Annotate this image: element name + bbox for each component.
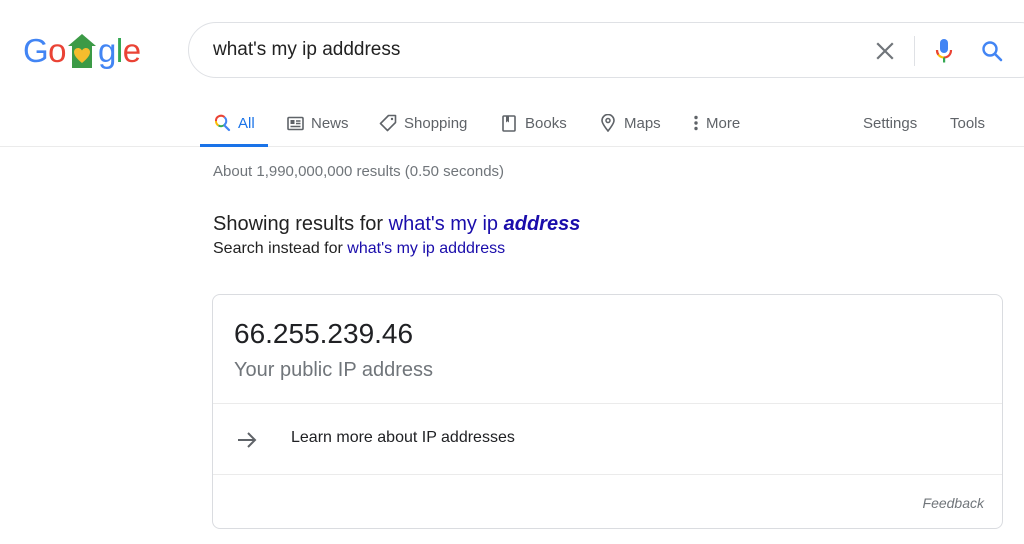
search-input[interactable]: [213, 35, 813, 65]
logo-letter-g2: g: [98, 32, 116, 69]
tab-label: News: [311, 114, 349, 132]
corrected-query-link[interactable]: what's my ip address: [389, 213, 581, 235]
ip-address-label: Your public IP address: [234, 359, 434, 381]
logo-letter-o: o: [48, 32, 67, 69]
google-logo[interactable]: G o g l e: [23, 27, 141, 71]
tab-news[interactable]: News: [286, 100, 349, 146]
google-search-results-page: G o g l e what's my ip adddress All News…: [0, 0, 1024, 544]
more-vertical-icon: [692, 114, 700, 132]
arrow-right-icon: [235, 428, 259, 452]
corrected-query-plain: what's my ip: [388, 213, 504, 235]
logo-letter-l: l: [115, 32, 123, 69]
tab-label: Books: [525, 114, 567, 132]
house-heart-icon: [67, 33, 97, 71]
active-tab-indicator: [200, 144, 268, 147]
search-box-divider: [914, 36, 915, 66]
logo-letter-e: e: [122, 32, 141, 69]
tab-label: Shopping: [404, 114, 468, 132]
learn-more-text: Learn more about IP addresses: [291, 429, 515, 446]
tab-label: Maps: [624, 114, 661, 132]
tab-books[interactable]: Books: [500, 100, 567, 146]
map-pin-icon: [599, 114, 617, 132]
ip-address-card: 66.255.239.46 Your public IP address Lea…: [212, 294, 1003, 529]
tab-tools[interactable]: Tools: [950, 100, 985, 146]
book-icon: [500, 114, 518, 132]
close-icon[interactable]: [871, 37, 899, 65]
search-icon: [213, 114, 231, 132]
search-icon[interactable]: [978, 37, 1006, 65]
ip-address-value: 66.255.239.46: [234, 318, 414, 349]
tab-label: Tools: [950, 114, 986, 132]
corrected-query-bold: address: [503, 213, 581, 235]
result-stats: About 1,990,000,000 results (0.50 second…: [213, 163, 505, 180]
logo-letter-g: G: [23, 32, 49, 69]
search-instead-for: Search instead for what's my ip adddress: [213, 240, 505, 258]
tab-shopping[interactable]: Shopping: [379, 100, 467, 146]
showing-results-for: Showing results for what's my ip address: [213, 213, 580, 236]
tab-label: All: [238, 114, 255, 132]
original-query-link[interactable]: what's my ip adddress: [347, 240, 505, 257]
showing-prefix: Showing results for: [213, 213, 389, 235]
tab-more[interactable]: More: [692, 100, 740, 146]
search-box: [188, 22, 1024, 78]
instead-prefix: Search instead for: [213, 240, 348, 257]
feedback-link[interactable]: Feedback: [923, 495, 984, 511]
tag-icon: [379, 114, 397, 132]
tab-label: More: [706, 114, 741, 132]
tab-label: Settings: [863, 114, 918, 132]
learn-more-link[interactable]: Learn more about IP addresses: [213, 404, 1002, 474]
microphone-icon[interactable]: [930, 37, 958, 65]
search-tabs: All News Shopping Books Maps More Settin…: [0, 100, 1024, 147]
tab-all[interactable]: All: [200, 100, 268, 147]
newspaper-icon: [286, 114, 304, 132]
tab-settings[interactable]: Settings: [863, 100, 917, 146]
tab-maps[interactable]: Maps: [599, 100, 661, 146]
card-divider: [213, 474, 1002, 475]
